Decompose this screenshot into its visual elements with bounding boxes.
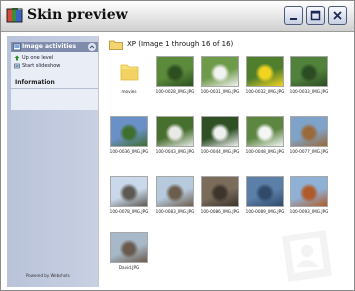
thumbnail-image [110,232,148,263]
task-start-slideshow[interactable]: Start slideshow [14,62,60,70]
task-up-one-level[interactable]: Up one level [14,54,53,62]
folder-thumbnail-icon [110,56,148,87]
skin-preview-window: Skin preview Image activities Up one lev… [0,0,355,291]
maximize-button[interactable] [306,6,325,25]
thumbnail-image [290,176,328,207]
folder-header: XP (Image 1 through 16 of 16) [127,40,234,48]
thumbnail-caption: 100-0077_IMG.JPG [289,149,329,154]
image-activities-icon [13,43,21,51]
thumbnail-item[interactable]: 100-0078_IMG.JPG [109,176,149,221]
slideshow-icon [14,63,20,68]
thumbnail-item[interactable]: 100-0036_IMG.JPG [109,116,149,161]
thumbnail-image [290,116,328,147]
thumbnail-item[interactable]: 100-0032_IMG.JPG [245,56,285,101]
thumbnail-image [156,116,194,147]
thumbnail-image [110,176,148,207]
image-activities-title: Image activities [22,43,77,50]
thumbnail-caption: David.JPG [118,265,140,270]
watermark-icon [282,230,332,282]
thumbnail-item[interactable]: 100-0028_IMG.JPG [155,56,195,101]
thumbnail-image [290,56,328,87]
app-icon [6,8,23,23]
thumbnail-image [246,176,284,207]
minimize-button[interactable] [284,6,303,25]
thumbnail-caption: 100-0036_IMG.JPG [109,149,149,154]
thumbnail-image [201,116,239,147]
collapse-chevron-icon[interactable] [88,43,96,51]
task-start-slideshow-label: Start slideshow [22,63,61,69]
task-up-one-level-label: Up one level [22,55,54,61]
thumbnail-item[interactable]: David.JPG [109,232,149,277]
thumbnail-image [201,176,239,207]
thumbnail-image [156,176,194,207]
thumbnail-caption: 100-0078_IMG.JPG [109,209,149,214]
thumbnail-item[interactable]: 100-0031_IMG.JPG [200,56,240,101]
thumbnail-image [156,56,194,87]
close-icon [333,11,342,20]
minimize-icon [290,18,297,20]
thumbnail-image [201,56,239,87]
sidebar: Image activities Up one level Start slid… [7,36,98,287]
thumbnail-image [246,116,284,147]
powered-by-label: Powered by Webshots [26,273,70,278]
maximize-icon [310,10,321,21]
thumbnail-caption: 100-0033_IMG.JPG [289,89,329,94]
thumbnail-caption: movies [121,89,137,94]
thumbnail-item[interactable]: 100-0048_IMG.JPG [245,116,285,161]
thumbnail-item[interactable]: 100-0077_IMG.JPG [289,116,329,161]
thumbnail-image [246,56,284,87]
folder-icon [109,40,123,50]
information-header[interactable]: Information [11,78,98,89]
thumbnail-item[interactable]: 100-0093_IMG.JPG [289,176,329,221]
thumbnail-item[interactable]: 100-0083_IMG.JPG [155,176,195,221]
thumbnail-item[interactable]: 100-0044_IMG.JPG [200,116,240,161]
thumbnail-image [110,116,148,147]
up-arrow-icon [14,55,20,60]
folder-item[interactable]: movies [109,56,149,101]
thumbnail-item[interactable]: 100-0086_IMG.JPG [200,176,240,221]
thumbnail-area: XP (Image 1 through 16 of 16) movies 100-… [98,36,351,287]
information-title: Information [15,79,55,86]
thumbnail-item[interactable]: 100-0043_IMG.JPG [155,116,195,161]
window-title: Skin preview [27,7,128,23]
thumbnail-caption: 100-0093_IMG.JPG [289,209,329,214]
title-bar[interactable]: Skin preview [1,1,354,32]
thumbnail-item[interactable]: 100-0033_IMG.JPG [289,56,329,101]
image-activities-header[interactable]: Image activities [11,42,98,52]
thumbnail-item[interactable]: 100-0089_IMG.JPG [245,176,285,221]
close-button[interactable] [328,6,347,25]
